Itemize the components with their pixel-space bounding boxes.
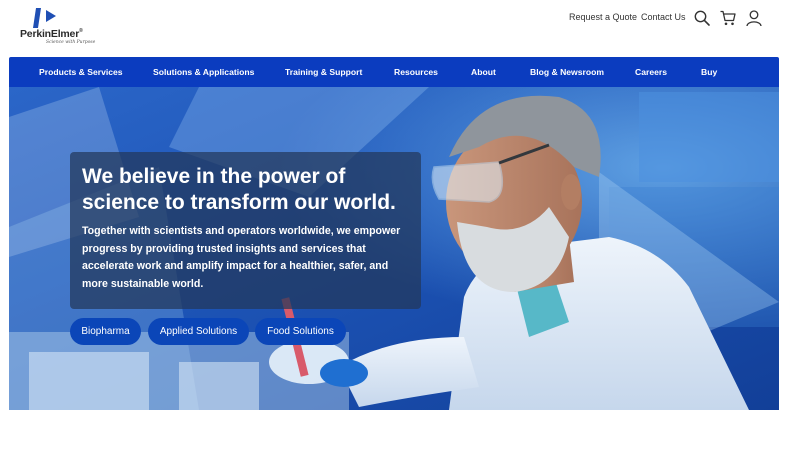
nav-item-buy[interactable]: Buy [701, 67, 717, 77]
nav-item-resources[interactable]: Resources [394, 67, 438, 77]
cart-icon[interactable] [719, 9, 737, 27]
hero-description: Together with scientists and operators w… [82, 225, 401, 290]
nav-item-about[interactable]: About [471, 67, 496, 77]
request-quote-link[interactable]: Request a Quote [569, 12, 637, 22]
nav-item-solutions-applications[interactable]: Solutions & Applications [153, 67, 254, 77]
nav-item-blog-newsroom[interactable]: Blog & Newsroom [530, 67, 604, 77]
nav-item-careers[interactable]: Careers [635, 67, 667, 77]
search-icon[interactable] [693, 9, 711, 27]
perkinelmer-logo[interactable]: PerkinElmer® Science with Purpose [18, 6, 98, 46]
logo-tagline: Science with Purpose [46, 40, 96, 45]
user-icon[interactable] [745, 9, 763, 27]
hero-headline: We believe in the power of science to tr… [82, 165, 396, 214]
nav-item-training-support[interactable]: Training & Support [285, 67, 362, 77]
biopharma-button[interactable]: Biopharma [70, 318, 141, 345]
hero-banner: We believe in the power of science to tr… [9, 87, 779, 410]
hero-text-panel: We believe in the power of science to tr… [70, 152, 421, 309]
logo-mark-icon [33, 8, 56, 28]
main-nav: Products & Services Solutions & Applicat… [9, 57, 779, 87]
site-header: PerkinElmer® Science with Purpose Reques… [0, 0, 795, 56]
applied-solutions-button[interactable]: Applied Solutions [148, 318, 249, 345]
food-solutions-button[interactable]: Food Solutions [255, 318, 346, 345]
logo-wordmark: PerkinElmer® [20, 28, 83, 40]
nav-item-products-services[interactable]: Products & Services [39, 67, 123, 77]
contact-us-link[interactable]: Contact Us [641, 12, 686, 22]
